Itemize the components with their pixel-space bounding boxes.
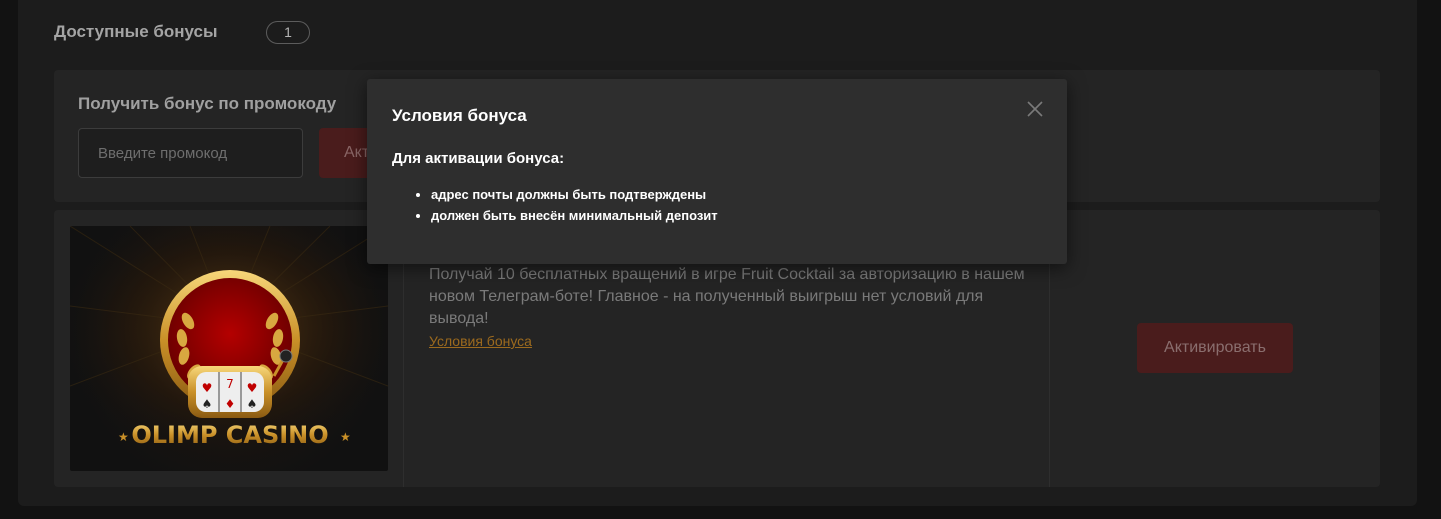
svg-text:♥: ♥ bbox=[202, 381, 213, 395]
promo-code-input[interactable] bbox=[78, 128, 303, 178]
svg-text:♥: ♥ bbox=[247, 381, 258, 395]
svg-text:★: ★ bbox=[340, 430, 351, 444]
svg-text:★: ★ bbox=[118, 430, 129, 444]
promo-title: Получить бонус по промокоду bbox=[78, 94, 337, 113]
modal-subtitle: Для активации бонуса: bbox=[392, 150, 565, 167]
close-icon[interactable] bbox=[1025, 99, 1045, 119]
condition-item: должен быть внесён минимальный депозит bbox=[431, 205, 718, 226]
bonus-terms-link[interactable]: Условия бонуса bbox=[429, 333, 532, 349]
svg-text:♠: ♠ bbox=[247, 397, 258, 411]
olimp-casino-logo: ♥ 7 ♥ ♠ ♦ ♠ ★ ★ OLIMP CASINO bbox=[70, 226, 388, 471]
condition-item: адрес почты должны быть подтверждены bbox=[431, 184, 718, 205]
bonus-terms-modal: Условия бонуса Для активации бонуса: адр… bbox=[367, 79, 1067, 264]
conditions-list: адрес почты должны быть подтверждены дол… bbox=[392, 184, 718, 226]
logo-caption: OLIMP CASINO bbox=[131, 421, 328, 449]
svg-text:♦: ♦ bbox=[225, 397, 236, 411]
section-title: Доступные бонусы bbox=[54, 22, 218, 41]
bonus-image: ♥ 7 ♥ ♠ ♦ ♠ ★ ★ OLIMP CASINO bbox=[70, 226, 388, 471]
svg-text:♠: ♠ bbox=[202, 397, 213, 411]
modal-title: Условия бонуса bbox=[392, 106, 527, 125]
activate-bonus-button[interactable]: Активировать bbox=[1137, 323, 1293, 373]
svg-text:7: 7 bbox=[226, 377, 234, 391]
bonus-description: Получай 10 бесплатных вращений в игре Fr… bbox=[429, 266, 1025, 327]
bonus-count-badge: 1 bbox=[266, 21, 310, 44]
